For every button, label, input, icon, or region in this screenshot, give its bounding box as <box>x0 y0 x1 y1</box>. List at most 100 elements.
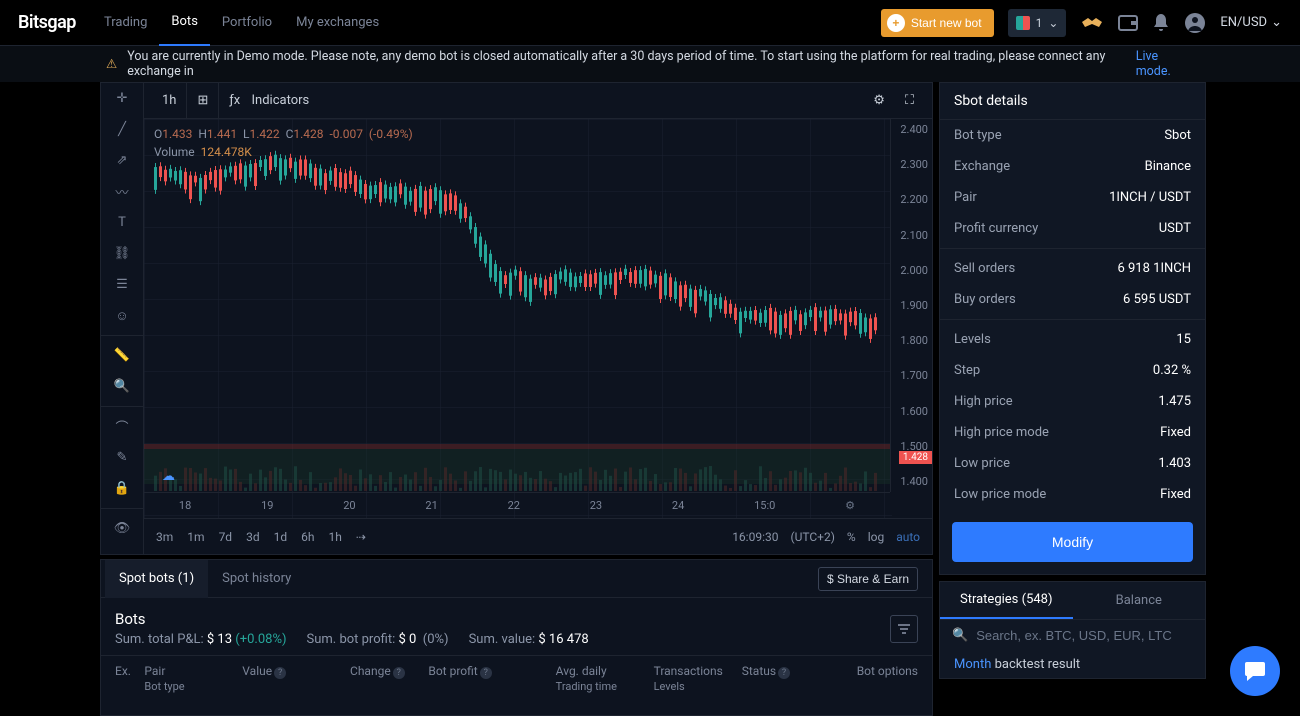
magnet-tool-icon[interactable]: ⌒ <box>101 406 143 442</box>
chart-footer: 3m 1m 7d 3d 1d 6h 1h ⇢ 16:09:30 (UTC+2) … <box>144 518 932 554</box>
warning-icon: ⚠ <box>106 56 117 72</box>
backtest-result: Month backtest result <box>940 651 1205 678</box>
sbot-details-panel: Sbot details Bot typeSbot ExchangeBinanc… <box>939 82 1206 575</box>
share-earn-button[interactable]: $ Share & Earn <box>818 567 918 591</box>
time-axis: 181920 212223 2415:0 ⚙ <box>144 492 890 518</box>
main-column: ✛ ╱ ⇗ 〰 T ⛓ ☰ ☺ 📏 🔍 ⌒ ✎ 🔒 👁 1h ⊞ ƒx Ind <box>100 82 933 716</box>
chart-container: ✛ ╱ ⇗ 〰 T ⛓ ☰ ☺ 📏 🔍 ⌒ ✎ 🔒 👁 1h ⊞ ƒx Ind <box>100 82 933 555</box>
content: ✛ ╱ ⇗ 〰 T ⛓ ☰ ☺ 📏 🔍 ⌒ ✎ 🔒 👁 1h ⊞ ƒx Ind <box>0 82 1300 716</box>
settings-icon[interactable]: ⚙ <box>863 83 895 119</box>
candle-type-icon[interactable]: ⊞ <box>186 83 218 119</box>
wallet-icon[interactable] <box>1118 14 1138 32</box>
details-title: Sbot details <box>940 83 1205 120</box>
auto-toggle[interactable]: auto <box>896 530 920 544</box>
tab-spot-bots[interactable]: Spot bots (1) <box>105 560 208 598</box>
col-value[interactable]: Value? <box>242 664 350 693</box>
nav-trading[interactable]: Trading <box>92 0 159 46</box>
main-nav: Trading Bots Portfolio My exchanges <box>92 0 391 46</box>
nav-bots[interactable]: Bots <box>159 0 209 46</box>
ruler-tool-icon[interactable]: 📏 <box>101 335 143 371</box>
emoji-tool-icon[interactable]: ☺ <box>101 300 143 331</box>
strategies-search: 🔍 <box>940 620 1205 651</box>
interval-selector[interactable]: 1h <box>152 83 186 119</box>
bots-title: Bots <box>115 610 868 628</box>
col-daily[interactable]: Avg. dailyTrading time <box>556 664 654 693</box>
col-status[interactable]: Status? <box>742 664 820 693</box>
candlestick-chart <box>144 119 892 518</box>
demo-banner: ⚠ You are currently in Demo mode. Please… <box>0 46 1300 82</box>
strategies-panel: Strategies (548) Balance 🔍 Month backtes… <box>939 581 1206 679</box>
goto-icon[interactable]: ⇢ <box>356 530 366 544</box>
col-ex[interactable]: Ex. <box>115 664 144 693</box>
fib-tool-icon[interactable]: ⇗ <box>101 145 143 176</box>
demo-icon <box>1016 16 1030 30</box>
price-axis: 2.4002.3002.200 2.1002.0001.900 1.8001.7… <box>890 119 932 492</box>
bots-summary: Bots Sum. total P&L: $ 13 (+0.08%) Sum. … <box>101 598 932 655</box>
col-trans[interactable]: TransactionsLevels <box>654 664 742 693</box>
tf-3m[interactable]: 3m <box>156 530 173 544</box>
col-change[interactable]: Change? <box>350 664 428 693</box>
sidebar-right: Sbot details Bot typeSbot ExchangeBinanc… <box>939 82 1206 716</box>
gear-icon[interactable]: ⚙ <box>845 499 855 512</box>
language-label: EN/USD <box>1220 15 1267 30</box>
filter-button[interactable] <box>890 615 918 643</box>
zoom-tool-icon[interactable]: 🔍 <box>101 371 143 402</box>
chat-bubble[interactable] <box>1230 646 1280 696</box>
banner-text: You are currently in Demo mode. Please n… <box>127 49 1136 79</box>
col-profit[interactable]: Bot profit? <box>428 664 555 693</box>
search-input[interactable] <box>976 628 1193 643</box>
logo[interactable]: Bitsgap <box>18 12 76 33</box>
tf-1m[interactable]: 1m <box>187 530 204 544</box>
text-tool-icon[interactable]: T <box>101 207 143 238</box>
eye-tool-icon[interactable]: 👁 <box>101 508 143 544</box>
tf-1h[interactable]: 1h <box>328 530 341 544</box>
demo-count: 1 <box>1036 16 1043 30</box>
col-pair[interactable]: PairBot type <box>144 664 242 693</box>
drawing-tools: ✛ ╱ ⇗ 〰 T ⛓ ☰ ☺ 📏 🔍 ⌒ ✎ 🔒 👁 <box>101 83 144 554</box>
clock: 16:09:30 <box>732 530 778 544</box>
chevron-down-icon: ⌄ <box>1271 15 1282 30</box>
start-bot-label: Start new bot <box>911 16 982 30</box>
modify-button[interactable]: Modify <box>952 522 1193 562</box>
trendline-tool-icon[interactable]: ╱ <box>101 114 143 145</box>
chat-icon <box>1243 660 1267 682</box>
pattern-tool-icon[interactable]: ⛓ <box>101 238 143 269</box>
tab-spot-history[interactable]: Spot history <box>208 560 305 598</box>
price-marker: 1.428 <box>899 451 932 464</box>
strategies-tabs: Strategies (548) Balance <box>940 582 1205 620</box>
tf-3d[interactable]: 3d <box>246 530 260 544</box>
lock-tool-icon[interactable]: 🔒 <box>101 473 143 504</box>
chart-toolbar: 1h ⊞ ƒx Indicators ⚙ ⛶ <box>144 83 932 119</box>
bots-tabs: Spot bots (1) Spot history $ Share & Ear… <box>101 560 932 598</box>
tf-6h[interactable]: 6h <box>301 530 314 544</box>
log-toggle[interactable]: log <box>868 530 885 544</box>
tf-1d[interactable]: 1d <box>274 530 288 544</box>
start-new-bot-button[interactable]: + Start new bot <box>881 9 994 37</box>
backtest-link[interactable]: Month <box>954 657 991 672</box>
range-tool-icon[interactable]: ☰ <box>101 269 143 300</box>
header: Bitsgap Trading Bots Portfolio My exchan… <box>0 0 1300 46</box>
demo-selector[interactable]: 1 ⌄ <box>1008 9 1067 37</box>
chart-canvas[interactable]: O1.433 H1.441 L1.422 C1.428 -0.007 (-0.4… <box>144 119 932 518</box>
handshake-icon[interactable] <box>1080 14 1104 32</box>
edit-tool-icon[interactable]: ✎ <box>101 442 143 473</box>
language-selector[interactable]: EN/USD ⌄ <box>1220 15 1282 30</box>
indicators-button[interactable]: ƒx Indicators <box>218 83 319 119</box>
brush-tool-icon[interactable]: 〰 <box>101 176 143 207</box>
tz[interactable]: (UTC+2) <box>790 530 834 544</box>
tab-balance[interactable]: Balance <box>1073 582 1206 619</box>
live-mode-link[interactable]: Live mode. <box>1136 49 1194 79</box>
header-right: + Start new bot 1 ⌄ EN/USD ⌄ <box>881 9 1282 37</box>
plus-icon: + <box>887 14 905 32</box>
fullscreen-icon[interactable]: ⛶ <box>895 83 924 119</box>
nav-portfolio[interactable]: Portfolio <box>210 0 284 46</box>
nav-exchanges[interactable]: My exchanges <box>284 0 391 46</box>
tab-strategies[interactable]: Strategies (548) <box>940 582 1073 619</box>
cloud-icon[interactable]: ☁ <box>162 469 175 484</box>
bell-icon[interactable] <box>1152 13 1170 33</box>
col-options[interactable]: Bot options <box>820 664 918 693</box>
tf-7d[interactable]: 7d <box>219 530 233 544</box>
crosshair-tool-icon[interactable]: ✛ <box>101 83 143 114</box>
pct-toggle[interactable]: % <box>847 530 856 544</box>
avatar-icon[interactable] <box>1184 12 1206 34</box>
